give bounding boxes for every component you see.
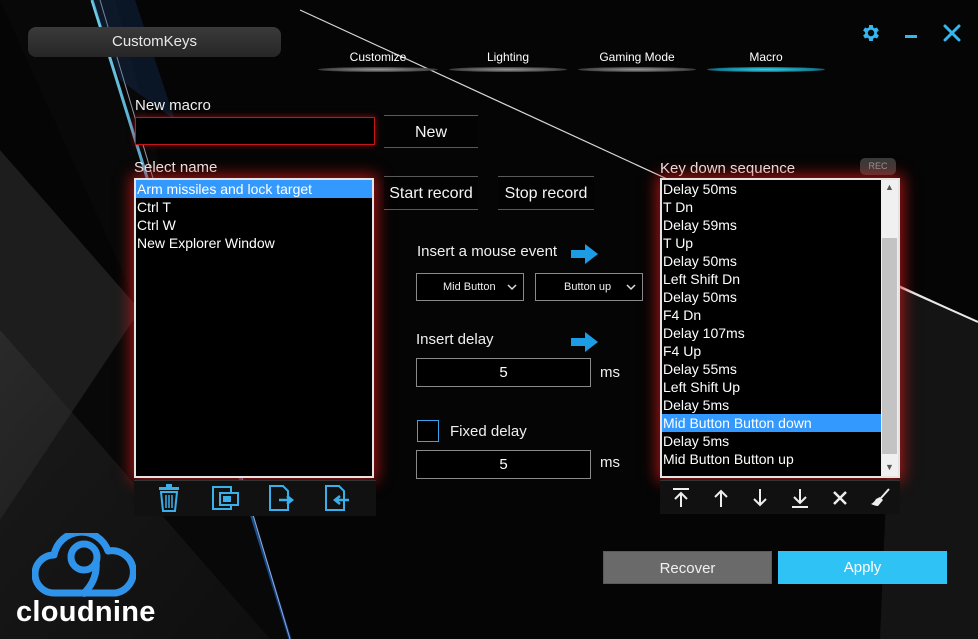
tab-label: Macro xyxy=(749,50,783,64)
list-item[interactable]: Ctrl W xyxy=(136,216,372,234)
move-up-icon[interactable] xyxy=(712,488,730,513)
new-macro-input[interactable] xyxy=(135,117,375,145)
insert-delay-label: Insert delay xyxy=(416,331,494,348)
tab-indicator xyxy=(578,67,696,72)
key-sequence-list[interactable]: Delay 50ms T Dn Delay 59ms T Up Delay 50… xyxy=(660,178,900,478)
tab-macro[interactable]: Macro xyxy=(701,50,831,72)
tab-lighting[interactable]: Lighting xyxy=(443,50,573,72)
sequence-items: Delay 50ms T Dn Delay 59ms T Up Delay 50… xyxy=(662,180,882,468)
brand-logo-text: cloudnine xyxy=(16,596,156,628)
tab-label: Customize xyxy=(349,50,407,64)
tab-indicator xyxy=(449,67,567,72)
list-item[interactable]: Delay 55ms xyxy=(662,360,882,378)
list-item[interactable]: New Explorer Window xyxy=(136,234,372,252)
app-window: CustomKeys Customize Lighting Gaming Mod… xyxy=(0,0,978,639)
fixed-delay-checkbox[interactable] xyxy=(417,420,439,442)
tab-indicator xyxy=(318,67,438,72)
tab-gaming-mode[interactable]: Gaming Mode xyxy=(572,50,702,72)
list-item[interactable]: Delay 50ms xyxy=(662,252,882,270)
move-bottom-icon[interactable] xyxy=(791,488,809,513)
list-item[interactable]: Delay 5ms xyxy=(662,396,882,414)
list-item[interactable]: Delay 107ms xyxy=(662,324,882,342)
scroll-down-icon[interactable]: ▼ xyxy=(881,462,898,472)
scroll-up-icon[interactable]: ▲ xyxy=(881,182,898,192)
insert-mouse-event-arrow-icon[interactable] xyxy=(571,244,598,269)
macro-tools-tray xyxy=(134,480,376,516)
chevron-down-icon xyxy=(626,274,636,309)
trash-icon[interactable] xyxy=(156,484,182,517)
tab-indicator xyxy=(707,67,825,72)
delete-icon[interactable] xyxy=(832,490,848,511)
apply-button[interactable]: Apply xyxy=(778,551,947,584)
app-title: CustomKeys xyxy=(28,27,281,57)
list-item[interactable]: Left Shift Up xyxy=(662,378,882,396)
macro-name-list[interactable]: Arm missiles and lock target Ctrl T Ctrl… xyxy=(134,178,374,478)
stop-record-button[interactable]: Stop record xyxy=(498,176,594,210)
list-item[interactable]: T Dn xyxy=(662,198,882,216)
list-item[interactable]: Delay 50ms xyxy=(662,180,882,198)
start-record-button[interactable]: Start record xyxy=(384,176,478,210)
select-name-label: Select name xyxy=(134,159,218,176)
sequence-label: Key down sequence xyxy=(660,160,796,177)
clear-icon[interactable] xyxy=(869,488,891,513)
tab-label: Gaming Mode xyxy=(599,50,675,64)
close-icon[interactable] xyxy=(943,22,961,48)
select-value: Button up xyxy=(564,281,612,293)
rec-badge[interactable]: REC xyxy=(860,158,896,175)
export-icon[interactable] xyxy=(267,484,297,517)
cloudnine-logo-icon xyxy=(31,528,137,602)
select-value: Mid Button xyxy=(443,281,496,293)
copy-icon[interactable] xyxy=(211,484,241,517)
list-item[interactable]: Delay 50ms xyxy=(662,288,882,306)
sequence-scrollbar[interactable]: ▲ ▼ xyxy=(881,180,898,476)
list-item[interactable]: F4 Dn xyxy=(662,306,882,324)
tab-customize[interactable]: Customize xyxy=(312,50,444,72)
move-down-icon[interactable] xyxy=(751,488,769,513)
delay-unit: ms xyxy=(600,364,620,381)
fixed-delay-unit: ms xyxy=(600,454,620,471)
list-item[interactable]: Delay 5ms xyxy=(662,432,882,450)
import-icon[interactable] xyxy=(323,484,353,517)
move-top-icon[interactable] xyxy=(672,488,690,513)
list-item[interactable]: Mid Button Button up xyxy=(662,450,882,468)
chevron-down-icon xyxy=(507,274,517,309)
fixed-delay-input[interactable]: 5 xyxy=(416,450,591,479)
list-item[interactable]: Ctrl T xyxy=(136,198,372,216)
list-item[interactable]: F4 Up xyxy=(662,342,882,360)
insert-delay-arrow-icon[interactable] xyxy=(571,332,598,357)
scroll-thumb[interactable] xyxy=(882,238,897,454)
recover-button[interactable]: Recover xyxy=(603,551,772,584)
list-item[interactable]: Arm missiles and lock target xyxy=(136,180,372,198)
tab-label: Lighting xyxy=(486,50,530,64)
sequence-tools-tray xyxy=(660,480,900,514)
mouse-button-select[interactable]: Mid Button xyxy=(416,273,524,301)
delay-input[interactable]: 5 xyxy=(416,358,591,387)
list-item[interactable]: T Up xyxy=(662,234,882,252)
new-macro-label: New macro xyxy=(135,97,211,114)
list-item[interactable]: Mid Button Button down xyxy=(662,414,882,432)
list-item[interactable]: Left Shift Dn xyxy=(662,270,882,288)
mouse-action-select[interactable]: Button up xyxy=(535,273,643,301)
gear-icon[interactable] xyxy=(860,22,882,50)
fixed-delay-label: Fixed delay xyxy=(450,423,527,440)
mouse-event-label: Insert a mouse event xyxy=(417,243,558,260)
new-button[interactable]: New xyxy=(384,115,478,148)
list-item[interactable]: Delay 59ms xyxy=(662,216,882,234)
minimize-icon[interactable] xyxy=(905,35,917,38)
